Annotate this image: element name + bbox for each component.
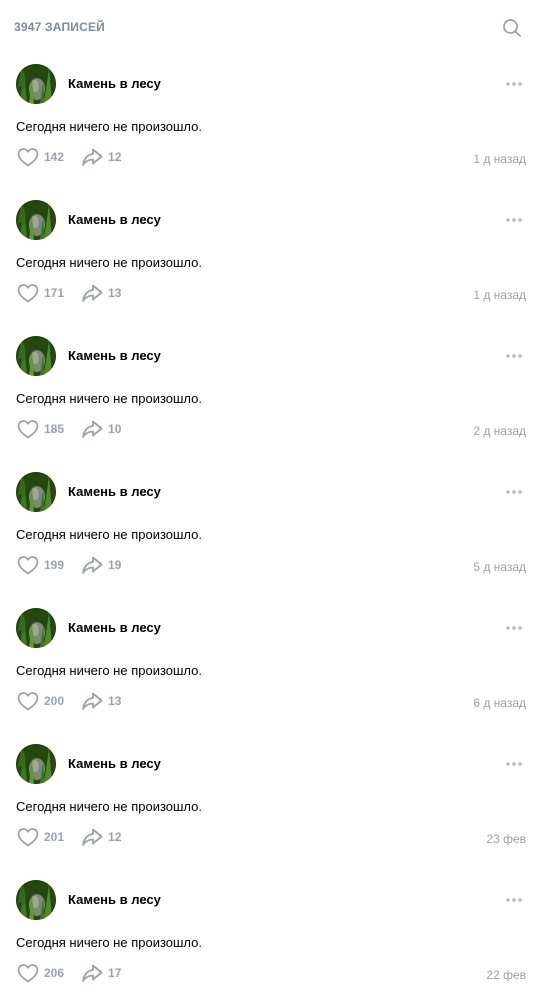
post-actions: 185 10 <box>16 418 121 440</box>
share-icon <box>82 420 103 438</box>
share-count: 19 <box>108 558 122 572</box>
avatar[interactable] <box>16 336 56 376</box>
heart-icon <box>17 556 39 575</box>
more-icon[interactable] <box>502 348 526 364</box>
post-actions: 171 13 <box>16 282 121 304</box>
post-author[interactable]: Камень в лесу <box>68 756 161 771</box>
heart-icon <box>17 284 39 303</box>
search-icon[interactable] <box>500 16 524 40</box>
wall-header: 3947 записей <box>0 0 542 56</box>
post-item: Камень в лесу Сегодня ничего не произошл… <box>0 600 542 736</box>
share-button[interactable]: 13 <box>80 282 121 304</box>
share-icon <box>82 964 103 982</box>
post-time[interactable]: 5 д назад <box>473 560 526 574</box>
share-icon <box>82 692 103 710</box>
avatar[interactable] <box>16 608 56 648</box>
post-actions: 142 12 <box>16 146 121 168</box>
share-count: 13 <box>108 286 122 300</box>
post-text: Сегодня ничего не произошло. <box>16 935 203 950</box>
like-count: 206 <box>44 966 65 980</box>
share-button[interactable]: 19 <box>80 554 121 576</box>
heart-icon <box>17 692 39 711</box>
post-time[interactable]: 23 фев <box>486 832 526 846</box>
post-text: Сегодня ничего не произошло. <box>16 663 203 678</box>
share-icon <box>82 828 103 846</box>
avatar[interactable] <box>16 744 56 784</box>
post-actions: 199 19 <box>16 554 121 576</box>
heart-icon <box>17 828 39 847</box>
share-count: 17 <box>108 966 122 980</box>
share-button[interactable]: 10 <box>80 418 121 440</box>
post-author[interactable]: Камень в лесу <box>68 212 161 227</box>
like-button[interactable]: 185 <box>16 418 64 440</box>
post-item: Камень в лесу Сегодня ничего не произошл… <box>0 872 542 1008</box>
post-item: Камень в лесу Сегодня ничего не произошл… <box>0 328 542 464</box>
post-text: Сегодня ничего не произошло. <box>16 119 203 134</box>
post-text: Сегодня ничего не произошло. <box>16 255 203 270</box>
like-count: 200 <box>44 694 65 708</box>
post-author[interactable]: Камень в лесу <box>68 892 161 907</box>
post-item: Камень в лесу Сегодня ничего не произошл… <box>0 464 542 600</box>
post-item: Камень в лесу Сегодня ничего не произошл… <box>0 56 542 192</box>
more-icon[interactable] <box>502 484 526 500</box>
like-button[interactable]: 206 <box>16 962 64 984</box>
post-time[interactable]: 1 д назад <box>473 288 526 302</box>
share-icon <box>82 148 103 166</box>
post-time[interactable]: 2 д назад <box>473 424 526 438</box>
post-text: Сегодня ничего не произошло. <box>16 527 203 542</box>
share-button[interactable]: 12 <box>80 146 121 168</box>
avatar[interactable] <box>16 472 56 512</box>
post-time[interactable]: 6 д назад <box>473 696 526 710</box>
share-button[interactable]: 17 <box>80 962 121 984</box>
share-count: 10 <box>108 422 122 436</box>
avatar[interactable] <box>16 880 56 920</box>
share-button[interactable]: 12 <box>80 826 121 848</box>
post-actions: 206 17 <box>16 962 121 984</box>
like-button[interactable]: 142 <box>16 146 64 168</box>
posts-feed: Камень в лесу Сегодня ничего не произошл… <box>0 56 542 1008</box>
like-button[interactable]: 201 <box>16 826 64 848</box>
like-count: 199 <box>44 558 65 572</box>
more-icon[interactable] <box>502 620 526 636</box>
post-text: Сегодня ничего не произошло. <box>16 799 203 814</box>
post-item: Камень в лесу Сегодня ничего не произошл… <box>0 192 542 328</box>
posts-count: 3947 записей <box>14 20 105 34</box>
like-count: 142 <box>44 150 65 164</box>
like-count: 185 <box>44 422 65 436</box>
post-author[interactable]: Камень в лесу <box>68 76 161 91</box>
heart-icon <box>17 964 39 983</box>
share-button[interactable]: 13 <box>80 690 121 712</box>
avatar[interactable] <box>16 64 56 104</box>
more-icon[interactable] <box>502 212 526 228</box>
like-button[interactable]: 171 <box>16 282 64 304</box>
share-icon <box>82 556 103 574</box>
share-icon <box>82 284 103 302</box>
more-icon[interactable] <box>502 756 526 772</box>
like-count: 201 <box>44 830 65 844</box>
post-text: Сегодня ничего не произошло. <box>16 391 203 406</box>
post-item: Камень в лесу Сегодня ничего не произошл… <box>0 736 542 872</box>
heart-icon <box>17 148 39 167</box>
like-count: 171 <box>44 286 65 300</box>
more-icon[interactable] <box>502 76 526 92</box>
post-author[interactable]: Камень в лесу <box>68 348 161 363</box>
share-count: 13 <box>108 694 122 708</box>
more-icon[interactable] <box>502 892 526 908</box>
post-actions: 201 12 <box>16 826 121 848</box>
post-time[interactable]: 22 фев <box>486 968 526 982</box>
like-button[interactable]: 200 <box>16 690 64 712</box>
avatar[interactable] <box>16 200 56 240</box>
share-count: 12 <box>108 830 122 844</box>
post-actions: 200 13 <box>16 690 121 712</box>
share-count: 12 <box>108 150 122 164</box>
post-author[interactable]: Камень в лесу <box>68 620 161 635</box>
heart-icon <box>17 420 39 439</box>
post-author[interactable]: Камень в лесу <box>68 484 161 499</box>
post-time[interactable]: 1 д назад <box>473 152 526 166</box>
like-button[interactable]: 199 <box>16 554 64 576</box>
